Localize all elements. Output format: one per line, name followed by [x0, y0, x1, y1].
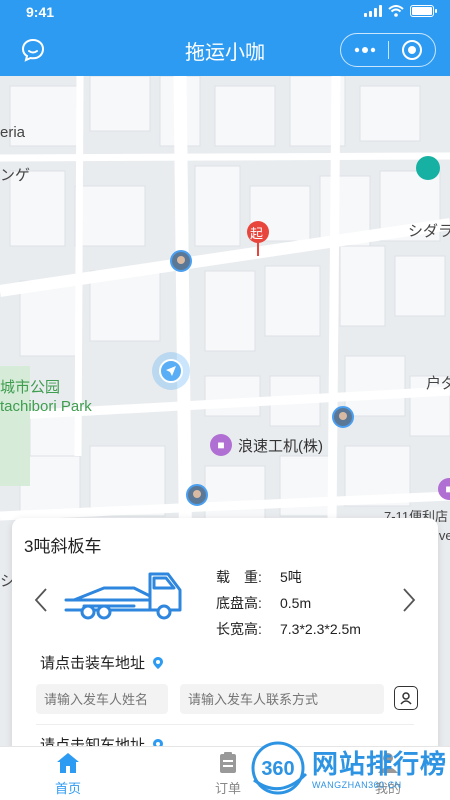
divider [36, 724, 414, 725]
park-label: tachibori Park [0, 398, 92, 415]
spec-row: 长宽高: 7.3*2.3*2.5m [216, 616, 361, 642]
vehicle-specs: 载 重: 5吨 底盘高: 0.5m 长宽高: 7.3*2.3*2.5m [216, 564, 361, 642]
map-label: シダラ [408, 223, 450, 240]
map-label: ive [436, 528, 450, 543]
map-label: ンゲ [0, 167, 31, 184]
prev-vehicle-button[interactable] [30, 586, 52, 614]
navigation-arrow-icon [166, 366, 176, 376]
spec-row: 载 重: 5吨 [216, 564, 361, 590]
status-icons [364, 5, 437, 17]
tab-label: 订单 [214, 781, 241, 796]
spec-label: 载 重: [216, 569, 262, 585]
load-address-label: 请点击装车地址 [40, 655, 146, 672]
spec-row: 底盘高: 0.5m [216, 590, 361, 616]
driver-avatar[interactable] [186, 484, 208, 506]
driver-avatar[interactable] [332, 406, 354, 428]
spec-label: 长宽高: [216, 621, 262, 637]
home-icon [57, 753, 79, 773]
load-address-button[interactable]: 请点击装车地址 [40, 652, 164, 673]
watermark-logo: 360 [251, 741, 308, 795]
mini-program-capsule [340, 33, 436, 67]
status-bar: 9:41 [0, 0, 450, 24]
map-label: eria [0, 124, 26, 141]
spec-value: 0.5m [280, 595, 312, 611]
watermark-text: 网站排行榜 [312, 749, 448, 779]
truck-icon [64, 572, 182, 620]
contacts-button[interactable] [394, 686, 418, 710]
close-button[interactable] [389, 34, 435, 66]
watermark: 360 网站排行榜 WANGZHAN360.CN [242, 736, 450, 800]
spec-value: 5吨 [280, 569, 302, 585]
spec-value: 7.3*2.3*2.5m [280, 621, 361, 637]
current-location-marker[interactable] [152, 352, 190, 390]
start-marker-label: 起 [250, 226, 264, 241]
chevron-left-icon [34, 588, 47, 612]
location-pin-icon [153, 656, 164, 669]
signal-icon [364, 5, 382, 17]
watermark-logo-text: 360 [261, 758, 294, 780]
map-label: 户ダ [426, 375, 450, 392]
contacts-icon [400, 692, 412, 705]
park-label: 城市公园 [0, 379, 61, 396]
restroom-poi-icon[interactable] [416, 156, 440, 180]
poi-marker[interactable]: ■ 浪速工机(株) [210, 434, 323, 456]
status-time: 9:41 [26, 4, 55, 20]
orders-icon [220, 752, 236, 773]
poi-label: 浪速工机(株) [238, 437, 323, 455]
start-marker[interactable]: 起 [246, 220, 270, 260]
sender-phone-input[interactable] [180, 684, 384, 714]
vehicle-card: 3吨斜板车 载 重: 5吨 底盘高: 0.5m 长宽高: 7.3*2.3*2.5… [12, 518, 438, 758]
shopping-bag-icon: ■ [210, 434, 232, 456]
next-vehicle-button[interactable] [398, 586, 420, 614]
more-dots-icon [354, 47, 375, 53]
tab-label: 首页 [54, 781, 81, 796]
spec-label: 底盘高: [216, 595, 262, 611]
sender-name-input[interactable] [36, 684, 168, 714]
battery-icon [410, 5, 437, 17]
driver-avatar[interactable] [170, 250, 192, 272]
tab-home[interactable]: 首页 [18, 747, 118, 800]
more-button[interactable] [341, 34, 388, 66]
chevron-right-icon [403, 588, 416, 612]
close-circle-icon [401, 40, 422, 60]
watermark-sub: WANGZHAN360.CN [312, 780, 402, 790]
vehicle-name: 3吨斜板车 [24, 537, 102, 556]
nav-bar: 拖运小咖 [0, 24, 450, 76]
wifi-icon [388, 5, 404, 17]
